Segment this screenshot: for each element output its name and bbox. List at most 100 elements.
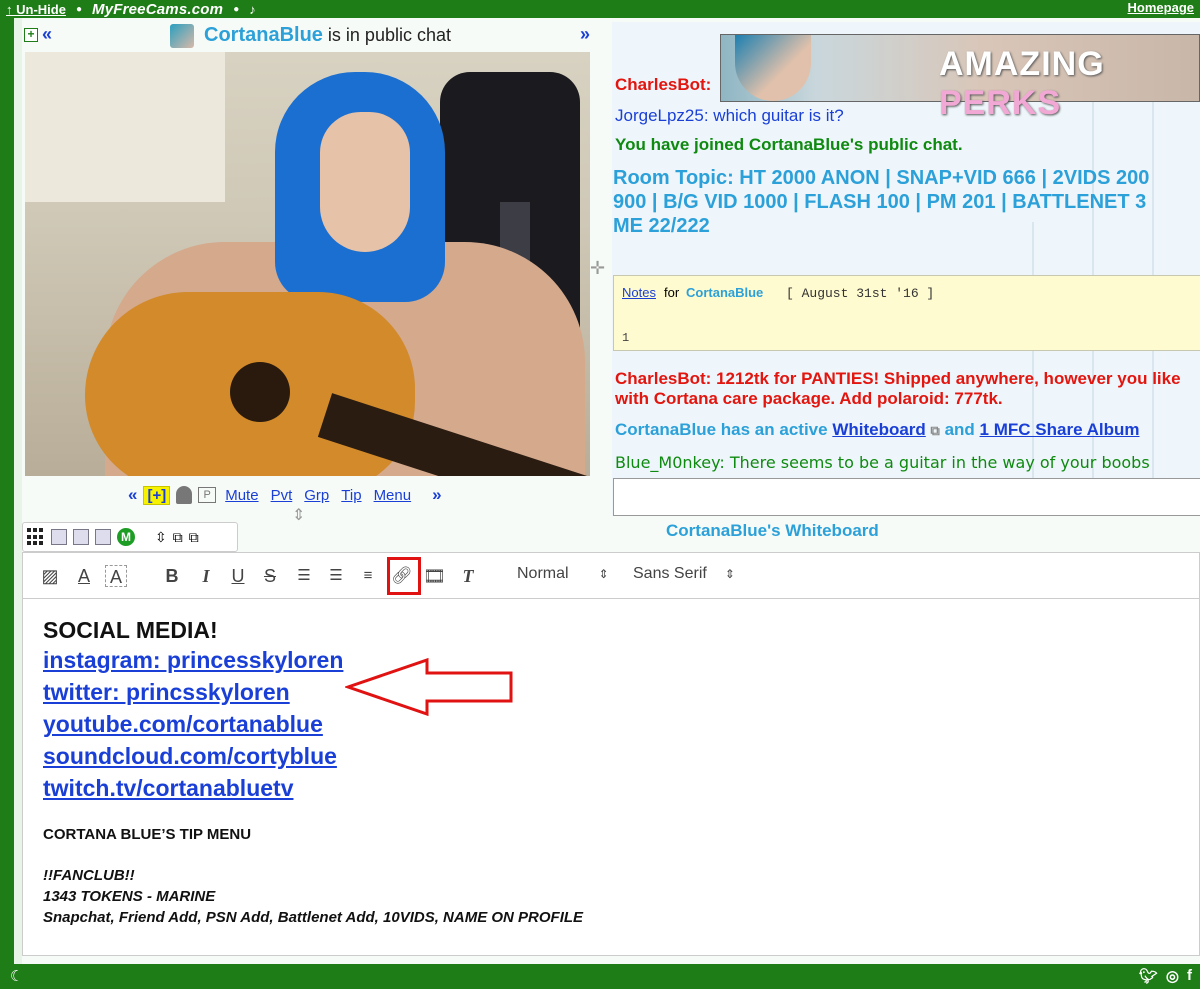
vertical-resize-icon[interactable]: ⇕ (292, 505, 305, 525)
video-stream[interactable] (25, 52, 590, 476)
tip-menu-title: CORTANA BLUE’S TIP MENU (43, 826, 252, 843)
ordered-list-icon[interactable]: ☰ (293, 565, 315, 587)
mute-link[interactable]: Mute (225, 487, 258, 504)
size-select-value: Normal (517, 565, 569, 582)
editor-toolbar: ▨ A A B I U S ☰ ☰ ≡ 🔗︎ 🎞︎ T Normal ⇕ Sans… (23, 553, 1200, 599)
whiteboard-notice: CortanaBlue has an active Whiteboard ⧉ a… (615, 420, 1140, 440)
size-select[interactable]: Normal ⇕ (517, 565, 609, 583)
mfc-m-icon[interactable]: M (117, 528, 135, 546)
notes-for: for (664, 285, 680, 300)
whiteboard-content[interactable]: SOCIAL MEDIA! instagram: princesskyloren… (43, 617, 1143, 928)
topic-line: ME 22/222 (613, 215, 710, 237)
fanclub-line: 1343 TOKENS - MARINE (43, 888, 216, 905)
bot-message: CharlesBot: 1212tk for PANTIES! Shipped … (615, 369, 1181, 388)
status-text: is in public chat (327, 25, 451, 45)
video-background (25, 52, 225, 202)
font-select[interactable]: Sans Serif ⇕ (633, 565, 735, 583)
popout-icon[interactable]: ⧉ (931, 423, 940, 438)
twitch-link[interactable]: twitch.tv/cortanabluetv (43, 772, 1143, 804)
fanclub-line: Snapchat, Friend Add, PSN Add, Battlenet… (43, 909, 584, 926)
facebook-icon[interactable]: f (1187, 967, 1192, 985)
cam-header: + « CortanaBlue is in public chat » (22, 22, 594, 50)
instagram-link[interactable]: instagram: princesskyloren (43, 644, 1143, 676)
model-name[interactable]: CortanaBlue (204, 24, 323, 46)
font-select-value: Sans Serif (633, 565, 707, 582)
profile-icon[interactable] (176, 486, 193, 504)
popout-icon[interactable]: ⧉ (189, 529, 199, 546)
grid-icon[interactable] (27, 528, 45, 546)
model-avatar[interactable] (170, 24, 194, 48)
underline-button[interactable]: U (227, 565, 249, 587)
soundcloud-link[interactable]: soundcloud.com/cortyblue (43, 740, 1143, 772)
video-guitar-hole (230, 362, 290, 422)
fanclub-block: !!FANCLUB!! 1343 TOKENS - MARINE Snapcha… (43, 865, 1143, 928)
bottom-bar: ☾ 🐦︎ ◎ f (0, 964, 1200, 989)
video-icon[interactable]: 🎞︎ (423, 565, 446, 587)
notes-model-name: CortanaBlue (686, 285, 764, 300)
content-heading: SOCIAL MEDIA! (43, 617, 218, 643)
top-bar: ↑ Un-Hide ● MyFreeCams.com ● ♪ Homepage (0, 0, 1200, 18)
instagram-icon[interactable]: ◎ (1166, 967, 1179, 985)
notes-box: Notes for CortanaBlue [ August 31st '16 … (613, 275, 1200, 351)
notes-link[interactable]: Notes (622, 285, 656, 300)
user-message: Blue_M0nkey: There seems to be a guitar … (615, 453, 1150, 472)
monitor-icon[interactable] (73, 529, 89, 545)
resize-arrows-icon[interactable]: ⇳ (155, 529, 167, 546)
profile-card-icon[interactable] (51, 529, 67, 545)
chat-input[interactable] (613, 478, 1200, 516)
cam-controls: « [+] P Mute Pvt Grp Tip Menu » (128, 484, 490, 506)
text-color-button[interactable]: A (73, 565, 95, 587)
video-face (320, 112, 410, 252)
and-text: and (944, 420, 975, 439)
select-caret-icon: ⇕ (724, 567, 735, 581)
chat-message: CharlesBot: (615, 75, 712, 94)
add-friend-button[interactable]: [+] (143, 485, 171, 505)
unhide-link[interactable]: ↑ Un-Hide (6, 2, 66, 17)
topic-line: Room Topic: HT 2000 ANON | SNAP+VID 666 … (613, 167, 1150, 189)
brand-logo[interactable]: MyFreeCams.com (92, 1, 223, 18)
notes-count: 1 (622, 331, 630, 345)
twitter-icon[interactable]: 🐦︎ (1139, 967, 1158, 985)
align-icon[interactable]: ≡ (357, 565, 379, 587)
prev-button[interactable]: « (128, 485, 137, 505)
bot-message-cont: with Cortana care package. Add polaroid:… (615, 389, 1003, 408)
background-pattern-icon[interactable]: ▨ (39, 565, 61, 587)
room-topic: Room Topic: HT 2000 ANON | SNAP+VID 666 … (613, 166, 1200, 238)
banner-image (735, 35, 811, 101)
windows-icon[interactable]: ⧉ (173, 529, 183, 546)
bullet-list-icon[interactable]: ☰ (325, 565, 347, 587)
moon-icon[interactable]: ☾ (10, 967, 23, 985)
separator-dot: ● (233, 3, 240, 15)
twitter-link[interactable]: twitter: princsskyloren (43, 676, 1143, 708)
next-button[interactable]: » (432, 485, 441, 505)
notes-date: [ August 31st '16 ] (786, 286, 935, 301)
tip-link[interactable]: Tip (341, 487, 361, 504)
grp-link[interactable]: Grp (304, 487, 329, 504)
highlight-button[interactable]: A (105, 565, 127, 587)
social-icons: 🐦︎ ◎ f (1139, 967, 1192, 985)
photo-icon[interactable]: P (198, 487, 217, 503)
ad-banner[interactable]: AMAZING PERKS (720, 34, 1200, 122)
next-model-button[interactable]: » (580, 24, 590, 45)
bold-button[interactable]: B (161, 565, 183, 587)
prev-model-button[interactable]: « (42, 24, 52, 45)
pvt-link[interactable]: Pvt (271, 487, 293, 504)
expand-icon[interactable]: + (24, 28, 38, 42)
italic-button[interactable]: I (195, 565, 217, 587)
chat-panel: AMAZING PERKS CharlesBot: JorgeLpz25: wh… (612, 22, 1200, 516)
whiteboard-link[interactable]: Whiteboard (832, 420, 926, 439)
homepage-link[interactable]: Homepage (1128, 0, 1194, 15)
whiteboard-title: CortanaBlue's Whiteboard (666, 521, 879, 540)
youtube-link[interactable]: youtube.com/cortanablue (43, 708, 1143, 740)
left-border (0, 18, 14, 964)
share-album-link[interactable]: 1 MFC Share Album (980, 420, 1140, 439)
whiteboard-notice-text: CortanaBlue has an active (615, 420, 828, 439)
menu-link[interactable]: Menu (374, 487, 412, 504)
cam-title: CortanaBlue is in public chat (204, 24, 451, 47)
banner-text: AMAZING PERKS (939, 45, 1199, 123)
strikethrough-button[interactable]: S (259, 565, 281, 587)
resize-handle-icon[interactable]: ✛ (590, 258, 605, 279)
music-icon[interactable]: ♪ (249, 2, 256, 17)
edit-icon[interactable] (95, 529, 111, 545)
clear-format-icon[interactable]: T (457, 565, 479, 587)
